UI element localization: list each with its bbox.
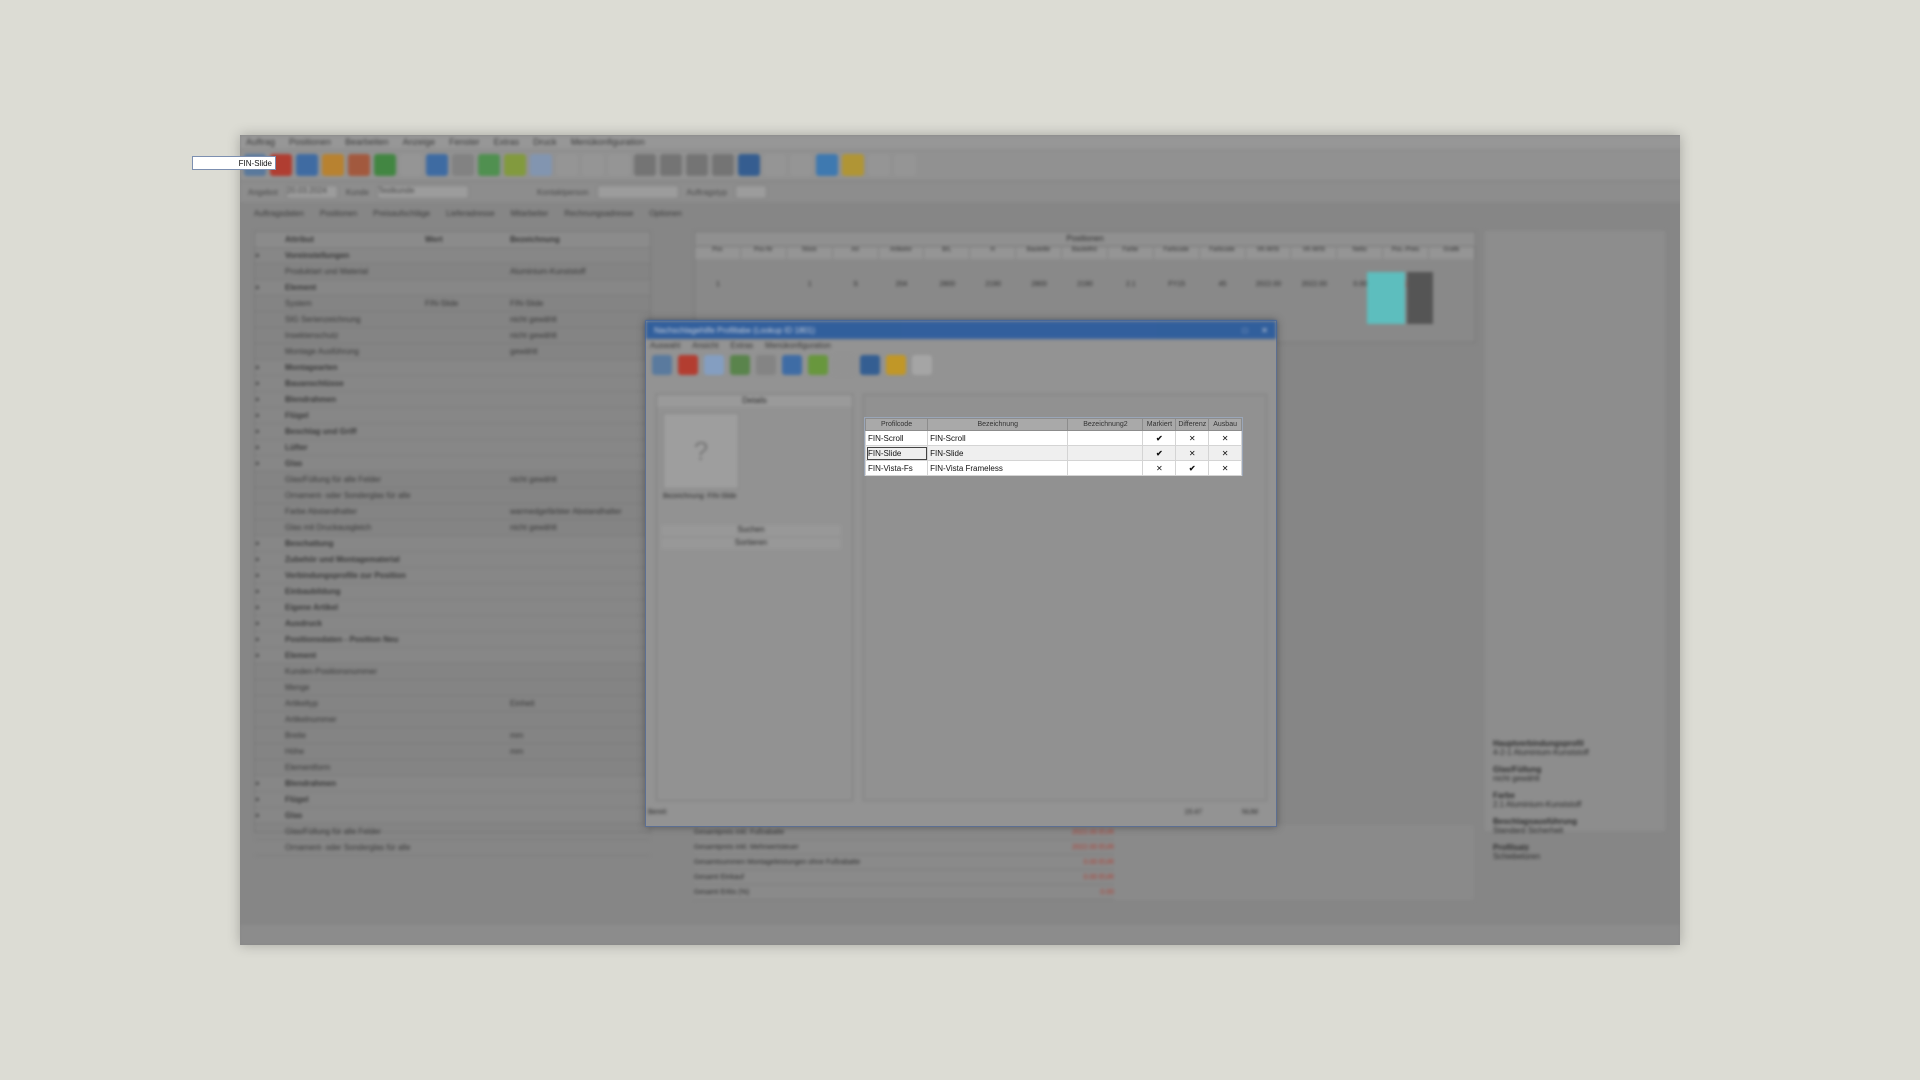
lookup-name2[interactable] <box>1067 460 1144 476</box>
checkmark-icon[interactable]: ✔ <box>1142 445 1177 461</box>
col-bezeichnung[interactable]: Bezeichnung <box>927 418 1069 431</box>
cross-icon[interactable]: ✕ <box>1175 445 1210 461</box>
lookup-name[interactable]: FIN-Slide <box>927 445 1069 461</box>
col-differenz[interactable]: Differenz <box>1175 418 1210 431</box>
lookup-body: FIN-Scroll FIN-Scroll ✔ ✕ ✕ FIN-Slide FIN-Slid… <box>864 430 1242 476</box>
lookup-name2[interactable] <box>1067 445 1144 461</box>
lookup-name[interactable]: FIN-Scroll <box>927 430 1069 446</box>
lookup-row[interactable]: FIN-Slide FIN-Slide ✔ ✕ ✕ <box>864 445 1242 461</box>
cross-icon[interactable]: ✕ <box>1142 460 1177 476</box>
lookup-name2[interactable] <box>1067 430 1144 446</box>
col-profilcode[interactable]: Profilcode <box>864 418 929 431</box>
cross-icon[interactable]: ✕ <box>1208 430 1242 446</box>
cross-icon[interactable]: ✕ <box>1208 445 1242 461</box>
col-markiert[interactable]: Markiert <box>1142 418 1177 431</box>
lookup-table: Profilcode Bezeichnung Bezeichnung2 Mark… <box>864 417 1243 476</box>
checkmark-icon[interactable]: ✔ <box>1142 430 1177 446</box>
lookup-code[interactable]: FIN-Vista-Fs <box>864 460 929 476</box>
dialog-dim-overlay <box>646 321 1276 826</box>
col-bezeichnung2[interactable]: Bezeichnung2 <box>1067 418 1144 431</box>
lookup-row[interactable]: FIN-Scroll FIN-Scroll ✔ ✕ ✕ <box>864 430 1242 446</box>
lookup-dialog: Nachschlagehilfe Profiltabe (Lookup ID 1… <box>645 320 1277 827</box>
checkmark-icon[interactable]: ✔ <box>1175 460 1210 476</box>
lookup-code[interactable]: FIN-Slide <box>864 445 929 461</box>
lookup-code[interactable]: FIN-Scroll <box>864 430 929 446</box>
lookup-grid: Profilcode Bezeichnung Bezeichnung2 Mark… <box>864 418 1242 476</box>
col-ausbau[interactable]: Ausbau <box>1208 418 1242 431</box>
lookup-name[interactable]: FIN-Vista Frameless <box>927 460 1069 476</box>
cross-icon[interactable]: ✕ <box>1175 430 1210 446</box>
lookup-row[interactable]: FIN-Vista-Fs FIN-Vista Frameless ✕ ✔ ✕ <box>864 460 1242 476</box>
system-value-cell[interactable]: FIN-Slide <box>192 156 276 170</box>
cross-icon[interactable]: ✕ <box>1208 460 1242 476</box>
lookup-header-row: Profilcode Bezeichnung Bezeichnung2 Mark… <box>864 418 1242 431</box>
